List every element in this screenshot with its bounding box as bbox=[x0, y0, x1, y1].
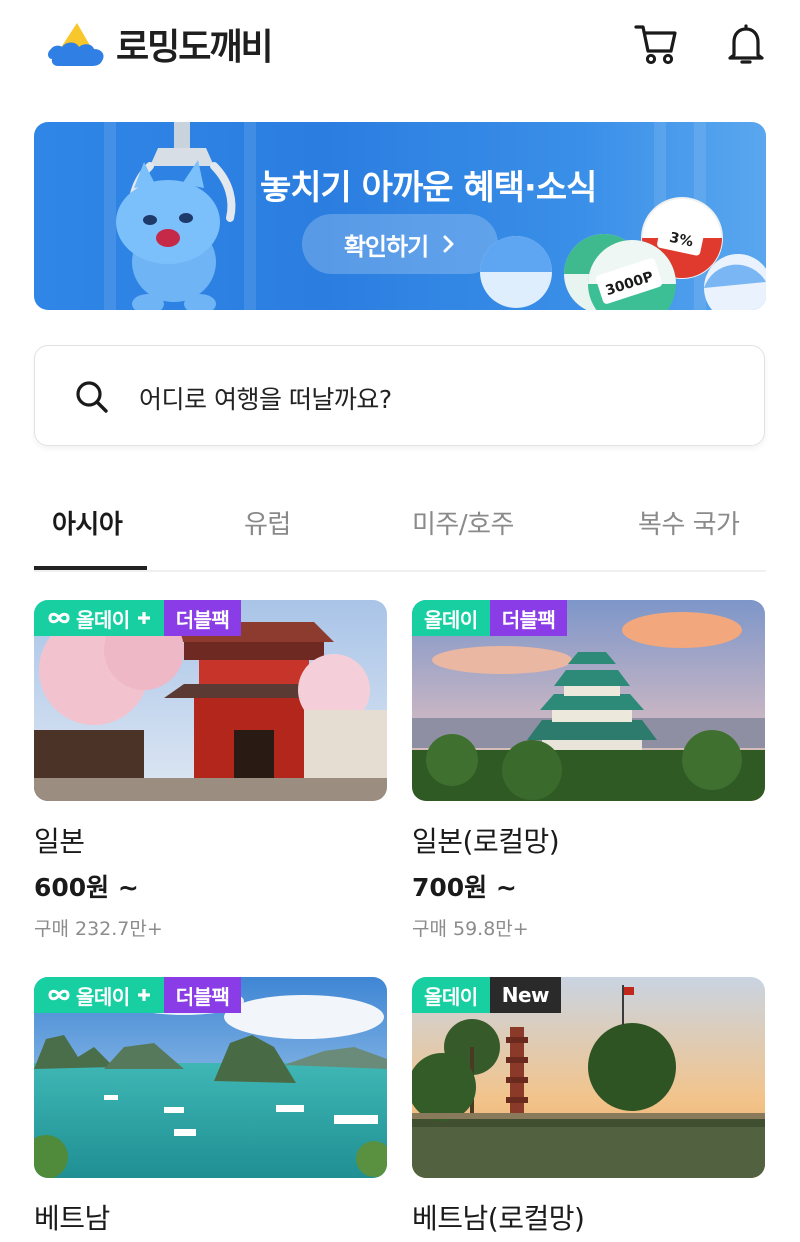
product-price: 600원 ~ bbox=[34, 873, 139, 902]
cart-icon bbox=[634, 25, 677, 65]
product-name: 베트남(로컬망) bbox=[412, 1202, 585, 1235]
mascot-illustration bbox=[116, 122, 236, 310]
product-price: 700원 ~ bbox=[412, 873, 517, 902]
badge-label: 올데이 bbox=[76, 607, 130, 632]
plus-icon bbox=[137, 612, 150, 624]
badge-allday: 올데이 bbox=[412, 977, 490, 1013]
product-card-vietnam-local[interactable]: 올데이 New 베트남(로컬망) bbox=[412, 977, 765, 1242]
product-image: 올데이 더블팩 bbox=[34, 600, 387, 801]
tab-europe[interactable]: 유럽 bbox=[244, 504, 291, 541]
badge-allday: 올데이 bbox=[412, 600, 490, 636]
bell-icon bbox=[728, 24, 764, 64]
region-tabs: 아시아 유럽 미주/호주 복수 국가 bbox=[34, 490, 766, 572]
banner-confirm-button[interactable]: 확인하기 bbox=[302, 214, 498, 274]
product-sold-count: 구매 59.8만+ bbox=[412, 918, 529, 940]
capsule-balls-illustration: 3% 3000P bbox=[480, 197, 766, 310]
product-card-japan-local[interactable]: 올데이 더블팩 일본(로컬망) 700원 ~ 구매 59.8만+ bbox=[412, 600, 765, 940]
banner-button-label: 확인하기 bbox=[343, 232, 429, 261]
tab-active-indicator bbox=[34, 566, 147, 570]
search-placeholder: 어디로 여행을 떠날까요? bbox=[139, 385, 392, 414]
badge-doublepack: 더블팩 bbox=[489, 600, 568, 636]
tab-multi-country[interactable]: 복수 국가 bbox=[638, 504, 740, 541]
plus-icon bbox=[137, 989, 150, 1001]
promo-banner[interactable]: 놓치기 아까운 혜택·소식 확인하기 3% 3000P bbox=[34, 122, 766, 310]
infinity-icon bbox=[48, 612, 70, 624]
search-bar[interactable]: 어디로 여행을 떠날까요? bbox=[34, 345, 765, 446]
product-card-vietnam[interactable]: 올데이 더블팩 베트남 bbox=[34, 977, 387, 1242]
product-image: 올데이 New bbox=[412, 977, 765, 1178]
badge-allday: 올데이 bbox=[34, 600, 164, 636]
badge-doublepack: 더블팩 bbox=[163, 600, 242, 636]
product-image: 올데이 더블팩 bbox=[34, 977, 387, 1178]
chevron-right-icon bbox=[443, 235, 454, 253]
tab-asia[interactable]: 아시아 bbox=[52, 504, 123, 541]
product-name: 베트남 bbox=[34, 1202, 110, 1235]
notification-button[interactable] bbox=[722, 18, 770, 70]
badge-doublepack: 더블팩 bbox=[163, 977, 242, 1013]
logo-text: 로밍도깨비 bbox=[116, 27, 274, 68]
product-card-japan[interactable]: 올데이 더블팩 일본 600원 ~ 구매 232.7만+ bbox=[34, 600, 387, 940]
search-icon bbox=[76, 381, 108, 413]
product-image: 올데이 더블팩 bbox=[412, 600, 765, 801]
logo-mark-icon bbox=[46, 19, 108, 69]
cart-button[interactable] bbox=[632, 18, 680, 70]
badge-allday: 올데이 bbox=[34, 977, 164, 1013]
app-header: 로밍도깨비 bbox=[0, 0, 800, 90]
tab-americas-oceania[interactable]: 미주/호주 bbox=[412, 504, 514, 541]
logo[interactable]: 로밍도깨비 bbox=[46, 18, 286, 70]
product-name: 일본 bbox=[34, 825, 85, 858]
badge-label: 올데이 bbox=[76, 984, 130, 1009]
product-sold-count: 구매 232.7만+ bbox=[34, 918, 163, 940]
infinity-icon bbox=[48, 989, 70, 1001]
badge-new: New bbox=[489, 977, 561, 1013]
product-name: 일본(로컬망) bbox=[412, 825, 560, 858]
